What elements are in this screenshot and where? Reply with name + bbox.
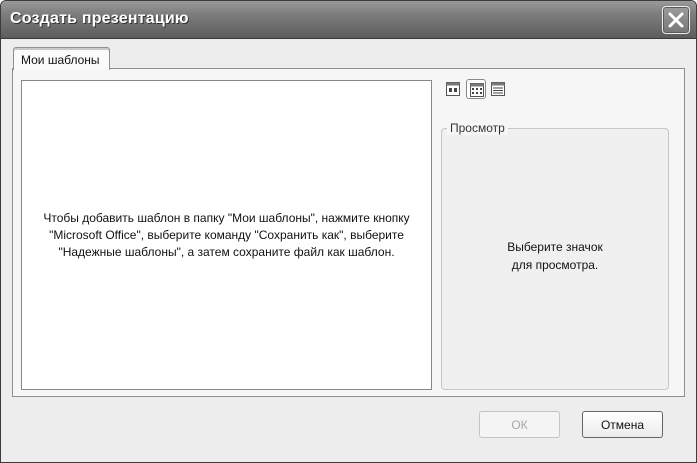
tab-label: Мои шаблоны [21, 53, 100, 67]
list-view-icon [470, 83, 484, 97]
details-view-button[interactable] [488, 79, 508, 99]
cancel-button[interactable]: Отмена [582, 411, 663, 438]
ok-button[interactable]: ОК [479, 411, 560, 438]
list-view-button[interactable] [466, 79, 486, 99]
details-view-icon [491, 82, 505, 96]
preview-placeholder: Выберите значок для просмотра. [441, 238, 669, 274]
preview-line-2: для просмотра. [511, 258, 599, 272]
large-icons-view-button[interactable] [443, 79, 463, 99]
large-icons-view-icon [446, 82, 460, 96]
close-icon [668, 12, 684, 28]
preview-legend: Просмотр [447, 121, 508, 135]
tab-my-templates[interactable]: Мои шаблоны [13, 47, 110, 70]
templates-list[interactable]: Чтобы добавить шаблон в папку "Мои шабло… [21, 80, 432, 390]
preview-line-1: Выберите значок [507, 240, 603, 254]
window-title: Создать презентацию [10, 10, 189, 27]
title-bar: Создать презентацию [1, 1, 696, 39]
empty-templates-message: Чтобы добавить шаблон в папку "Мои шабло… [43, 210, 410, 259]
close-button[interactable] [662, 6, 690, 34]
